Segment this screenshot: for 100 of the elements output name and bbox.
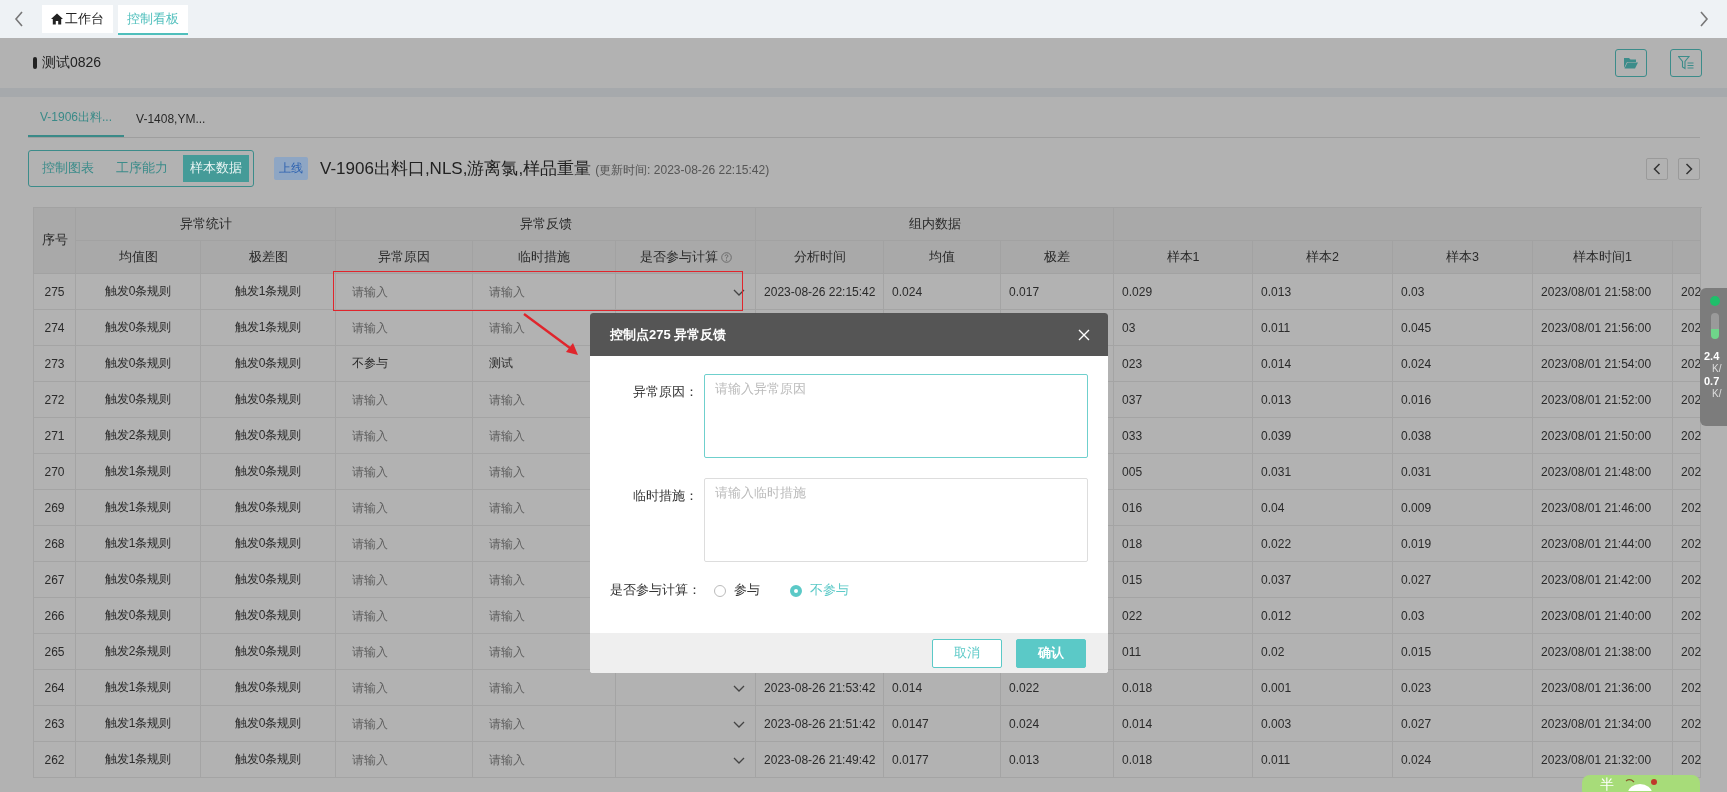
- text-area[interactable]: 请输入异常原因: [704, 374, 1088, 458]
- forward-chevron-icon[interactable]: [1699, 11, 1709, 27]
- filter-icon: [1678, 56, 1694, 70]
- table-cell: 270: [33, 453, 76, 490]
- table-cell: 2023/08/01 21:56:00: [1532, 309, 1673, 346]
- table-cell: 0.013: [1252, 381, 1393, 418]
- table-cell: 触发1条规则: [200, 273, 336, 310]
- cell-input[interactable]: 请输入: [336, 274, 472, 309]
- cell-input[interactable]: 请输入: [473, 274, 615, 309]
- confirm-button[interactable]: 确认: [1016, 638, 1086, 668]
- table-cell: 202: [1672, 489, 1701, 526]
- previous-button[interactable]: [1646, 157, 1668, 180]
- table-cell: 275: [33, 273, 76, 310]
- cell-input[interactable]: 请输入: [336, 742, 472, 777]
- chart-tab[interactable]: V-1408,YM...: [124, 100, 218, 137]
- table-cell: 0.017: [1000, 273, 1114, 310]
- table-cell: 0.0177: [883, 741, 1001, 778]
- table-cell: 202: [1672, 453, 1701, 490]
- table-cell: 266: [33, 597, 76, 634]
- cell-input[interactable]: 请输入: [336, 526, 472, 561]
- home-icon: [51, 13, 63, 25]
- table-cell: 0.039: [1252, 417, 1393, 454]
- status-tag: 上线: [274, 157, 308, 180]
- cell-input[interactable]: 请输入: [336, 670, 472, 705]
- view-switch-option[interactable]: 控制图表: [35, 155, 101, 182]
- chevron-down-icon[interactable]: [733, 288, 746, 296]
- status-dot-icon: [1710, 296, 1720, 306]
- cell-input[interactable]: 请输入: [336, 382, 472, 417]
- close-icon[interactable]: [1078, 328, 1090, 341]
- cell-input[interactable]: 请输入: [336, 634, 472, 669]
- column-group-header: 异常统计: [75, 207, 336, 241]
- cell-input[interactable]: 请输入: [336, 418, 472, 453]
- cell-input[interactable]: 请输入: [336, 310, 472, 345]
- cell-input[interactable]: 请输入: [473, 382, 615, 417]
- chevron-down-icon[interactable]: [733, 756, 746, 764]
- table-cell: 0.018: [1113, 741, 1253, 778]
- table-cell: 2023/08/01 21:46:00: [1532, 489, 1673, 526]
- download-unit: K/: [1712, 388, 1722, 399]
- table-cell: 023: [1113, 345, 1253, 382]
- text-area[interactable]: 请输入临时措施: [704, 478, 1088, 562]
- nav-tab[interactable]: 工作台: [42, 5, 113, 33]
- cancel-button[interactable]: 取消: [932, 638, 1002, 668]
- table-cell: 03: [1113, 309, 1253, 346]
- chevron-left-icon: [1653, 162, 1661, 175]
- back-chevron-icon[interactable]: [14, 11, 24, 27]
- table-cell: 0.022: [1252, 525, 1393, 562]
- cell-input[interactable]: 测试: [473, 346, 615, 381]
- view-switch-option[interactable]: 样本数据: [183, 155, 249, 182]
- table-cell: 018: [1113, 525, 1253, 562]
- chevron-down-icon[interactable]: [733, 684, 746, 692]
- table-cell: 263: [33, 705, 76, 742]
- table-cell: 2023/08/01 21:48:00: [1532, 453, 1673, 490]
- table-cell: 0.045: [1392, 309, 1533, 346]
- nav-tab[interactable]: 控制看板: [118, 5, 188, 35]
- table-cell: 0.016: [1392, 381, 1533, 418]
- table-cell: 2023/08/01 21:50:00: [1532, 417, 1673, 454]
- cell-input[interactable]: 请输入: [473, 526, 615, 561]
- next-button[interactable]: [1678, 157, 1700, 180]
- radio-button[interactable]: [790, 584, 802, 597]
- table-cell: 2023/08/01 21:34:00: [1532, 705, 1673, 742]
- chevron-down-icon[interactable]: [733, 720, 746, 728]
- cell-input[interactable]: 请输入: [473, 670, 615, 705]
- table-cell: 0.023: [1392, 669, 1533, 706]
- table-cell: 2023-08-26 22:15:42: [755, 273, 884, 310]
- table-cell: 0.038: [1392, 417, 1533, 454]
- cell-input[interactable]: 请输入: [336, 562, 472, 597]
- table-cell: 265: [33, 633, 76, 670]
- table-cell: 202: [1672, 597, 1701, 634]
- field-label: 临时措施：: [632, 488, 699, 505]
- table-cell: 触发0条规则: [200, 561, 336, 598]
- cell-input[interactable]: 请输入: [473, 454, 615, 489]
- table-cell: 触发1条规则: [75, 489, 201, 526]
- mascot-badge[interactable]: 半: [1582, 775, 1700, 792]
- cell-input[interactable]: 不参与: [336, 346, 472, 381]
- table-cell: 2023/08/01 21:38:00: [1532, 633, 1673, 670]
- cell-input[interactable]: 请输入: [336, 454, 472, 489]
- table-cell: 触发0条规则: [200, 669, 336, 706]
- column-header: 是否参与计算: [639, 248, 718, 266]
- table-cell: 273: [33, 345, 76, 382]
- view-switch-option[interactable]: 工序能力: [109, 155, 175, 182]
- table-cell: 0.031: [1392, 453, 1533, 490]
- chevron-right-icon: [1685, 162, 1693, 175]
- radio-label[interactable]: 不参与: [810, 582, 849, 599]
- cell-input[interactable]: 请输入: [336, 490, 472, 525]
- table-cell: 2023/08/01 21:44:00: [1532, 525, 1673, 562]
- table-cell: 触发0条规则: [200, 345, 336, 382]
- radio-label[interactable]: 参与: [734, 582, 760, 599]
- cell-input[interactable]: 请输入: [473, 634, 615, 669]
- cell-input[interactable]: 请输入: [473, 418, 615, 453]
- update-time: (更新时间: 2023-08-26 22:15:42): [595, 161, 770, 179]
- cell-input[interactable]: 请输入: [473, 490, 615, 525]
- cell-input[interactable]: 请输入: [473, 706, 615, 741]
- column-header: 序号: [33, 207, 76, 274]
- table-cell: 触发1条规则: [75, 705, 201, 742]
- cell-input[interactable]: 请输入: [336, 598, 472, 633]
- cell-input[interactable]: 请输入: [336, 706, 472, 741]
- upload-speed: 2.4: [1704, 350, 1720, 362]
- cell-input[interactable]: 请输入: [473, 598, 615, 633]
- chart-tab[interactable]: V-1906出料...: [28, 100, 125, 137]
- cell-input[interactable]: 请输入: [473, 742, 615, 777]
